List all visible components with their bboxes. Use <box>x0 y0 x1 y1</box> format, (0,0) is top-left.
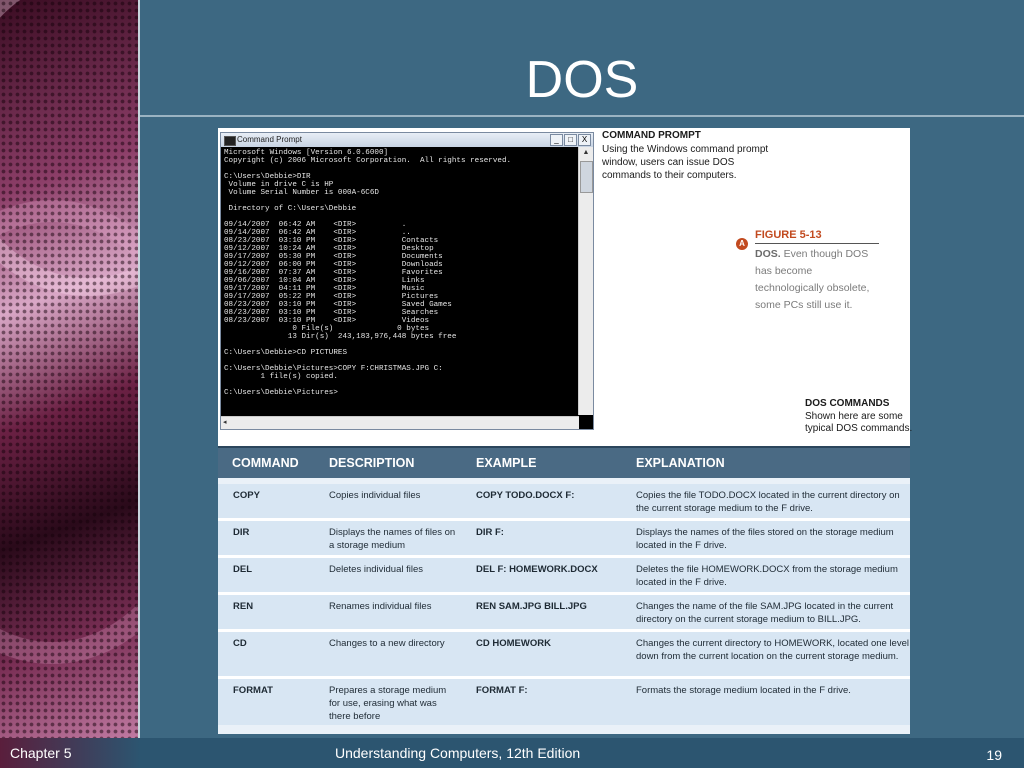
window-title: Command Prompt <box>237 135 302 144</box>
cell-explanation: Deletes the file HOMEWORK.DOCX from the … <box>636 564 898 588</box>
table-row: DEL Deletes individual files DEL F: HOME… <box>218 558 910 595</box>
footer-chapter: Chapter 5 <box>10 745 72 761</box>
window-controls: _ □ X <box>550 134 591 146</box>
cell-command: DEL <box>233 564 252 575</box>
figure-rule <box>755 243 879 244</box>
table-row: DIR Displays the names of files on a sto… <box>218 521 910 558</box>
cell-example: DIR F: <box>476 527 504 538</box>
dos-commands-description: Shown here are some typical DOS commands… <box>805 411 913 434</box>
table-row: FORMAT Prepares a storage medium for use… <box>218 679 910 725</box>
figure-caption: DOS. Even though DOS has become technolo… <box>755 246 880 314</box>
cell-command: REN <box>233 601 254 612</box>
table-row: REN Renames individual files REN SAM.JPG… <box>218 595 910 632</box>
cell-example: DEL F: HOMEWORK.DOCX <box>476 564 598 575</box>
footer-page-number: 19 <box>986 747 1002 763</box>
scrollbar-thumb[interactable] <box>580 161 593 193</box>
scroll-left-icon[interactable]: ◂ <box>221 419 227 426</box>
column-header: DESCRIPTION <box>329 456 415 470</box>
table-row: CD Changes to a new directory CD HOMEWOR… <box>218 632 910 679</box>
dos-commands-heading: DOS COMMANDS <box>805 398 890 409</box>
figure-badge-icon: A <box>736 238 748 250</box>
scroll-up-icon[interactable]: ▲ <box>579 147 593 159</box>
cell-explanation: Changes the name of the file SAM.JPG loc… <box>636 601 894 625</box>
cell-description: Deletes individual files <box>329 564 423 575</box>
cell-description: Displays the names of files on a storage… <box>329 527 456 551</box>
cell-explanation: Changes the current directory to HOMEWOR… <box>636 638 909 662</box>
cell-example: FORMAT F: <box>476 685 528 696</box>
vertical-scrollbar[interactable]: ▲ <box>578 147 593 415</box>
column-header: COMMAND <box>232 456 299 470</box>
cell-description: Changes to a new directory <box>329 638 445 649</box>
cell-explanation: Formats the storage medium located in th… <box>636 685 851 696</box>
caption-bold: DOS. <box>755 248 781 260</box>
decorative-dot-pattern <box>0 0 138 738</box>
console-icon <box>224 136 236 146</box>
title-rule <box>140 115 1024 117</box>
cell-explanation: Displays the names of the files stored o… <box>636 527 894 551</box>
cell-command: FORMAT <box>233 685 273 696</box>
maximize-button[interactable]: □ <box>564 134 577 146</box>
cell-example: REN SAM.JPG BILL.JPG <box>476 601 587 612</box>
cell-description: Prepares a storage medium for use, erasi… <box>329 685 447 722</box>
command-prompt-window: Command Prompt _ □ X Microsoft Windows [… <box>220 132 594 430</box>
minimize-button[interactable]: _ <box>550 134 563 146</box>
slide-title: DOS <box>525 51 639 109</box>
console-output[interactable]: Microsoft Windows [Version 6.0.6000] Cop… <box>221 147 577 415</box>
cell-example: CD HOMEWORK <box>476 638 551 649</box>
cell-example: COPY TODO.DOCX F: <box>476 490 575 501</box>
column-header: EXPLANATION <box>636 456 725 470</box>
window-titlebar: Command Prompt _ □ X <box>221 133 593 147</box>
cell-description: Renames individual files <box>329 601 432 612</box>
column-header: EXAMPLE <box>476 456 537 470</box>
cell-description: Copies individual files <box>329 490 421 501</box>
table-header: COMMAND DESCRIPTION EXAMPLE EXPLANATION <box>218 446 910 478</box>
command-prompt-heading: COMMAND PROMPT <box>602 130 701 141</box>
close-button[interactable]: X <box>578 134 591 146</box>
horizontal-scrollbar[interactable]: ◂ <box>221 416 579 429</box>
cell-command: DIR <box>233 527 250 538</box>
dos-commands-table: COMMAND DESCRIPTION EXAMPLE EXPLANATION … <box>218 446 910 734</box>
figure-panel: Command Prompt _ □ X Microsoft Windows [… <box>218 128 912 734</box>
cell-command: COPY <box>233 490 260 501</box>
footer-book-title: Understanding Computers, 12th Edition <box>335 745 581 761</box>
table-row: COPY Copies individual files COPY TODO.D… <box>218 484 910 521</box>
figure-label: FIGURE 5-13 <box>755 229 822 241</box>
command-prompt-description: Using the Windows command prompt window,… <box>602 144 769 181</box>
cell-command: CD <box>233 638 247 649</box>
cell-explanation: Copies the file TODO.DOCX located in the… <box>636 490 900 514</box>
decorative-side-art <box>0 0 138 738</box>
